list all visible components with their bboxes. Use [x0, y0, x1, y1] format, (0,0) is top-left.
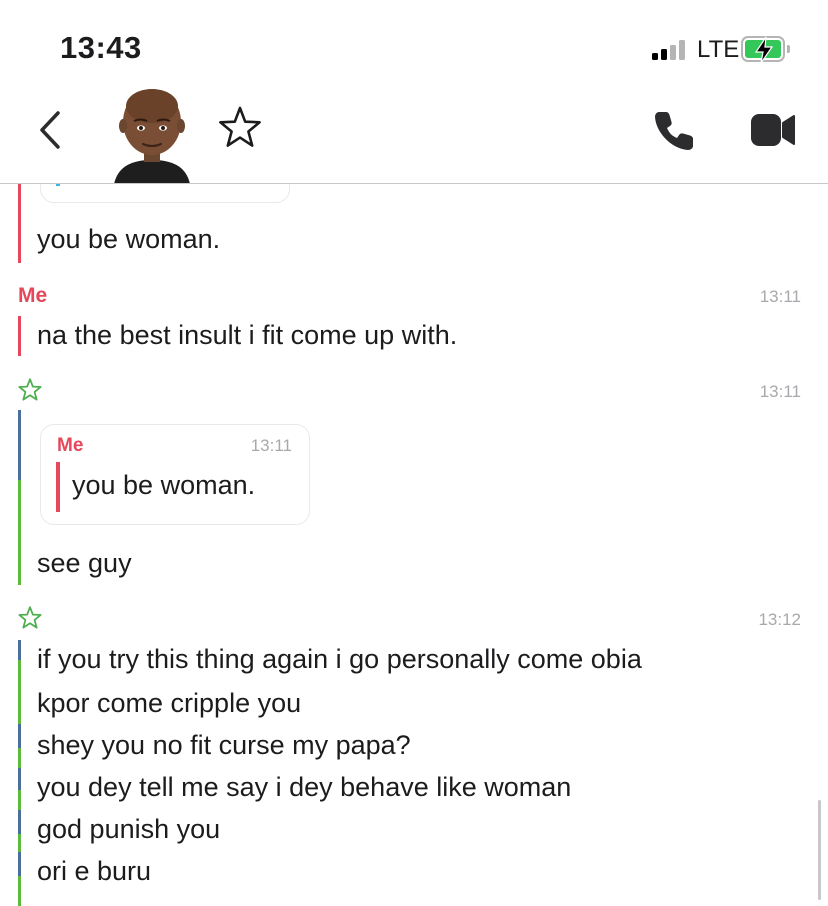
- friend-message-bar: [18, 640, 21, 660]
- friend-star-icon: [18, 606, 42, 634]
- me-message-bar: [18, 184, 21, 263]
- message-timestamp: 13:11: [759, 287, 801, 306]
- friend-message-bar: [18, 876, 21, 906]
- quote-timestamp: 13:11: [250, 436, 292, 455]
- video-icon[interactable]: [750, 113, 796, 152]
- quote-sender: Me: [57, 435, 84, 456]
- message-text: na the best insult i fit come up with.: [37, 320, 458, 350]
- friend-message-bar: [18, 852, 21, 876]
- message-text: you be woman.: [37, 224, 221, 254]
- phone-icon[interactable]: [653, 108, 697, 157]
- signal-icon: [652, 38, 692, 60]
- quote-bar: [56, 184, 60, 186]
- scrollbar[interactable]: [818, 800, 821, 900]
- friend-message-bar: [18, 790, 21, 810]
- message-line: kpor come cripple you: [37, 688, 302, 718]
- friend-message-bar: [18, 480, 21, 585]
- friend-star-icon: [18, 378, 42, 406]
- friend-message-bar: [18, 724, 21, 748]
- message-line: god punish you: [37, 814, 221, 844]
- quoted-message-card: [40, 184, 290, 203]
- friend-message-bar: [18, 834, 21, 852]
- network-label: LTE: [697, 36, 740, 63]
- star-icon[interactable]: [218, 106, 262, 153]
- sender-me: Me: [18, 284, 48, 307]
- message-line: if you try this thing again i go persona…: [37, 644, 642, 674]
- friend-message-bar: [18, 660, 21, 684]
- chat-transcript: you be woman. Me 13:11 na the best insul…: [0, 184, 828, 906]
- status-time: 13:43: [60, 30, 142, 65]
- message-line: shey you no fit curse my papa?: [37, 730, 411, 760]
- friend-message-bar: [18, 810, 21, 834]
- me-message-bar: [18, 316, 21, 356]
- friend-message-bar: [18, 768, 21, 790]
- friend-message-bar: [18, 410, 21, 480]
- avatar[interactable]: [110, 84, 194, 184]
- message-timestamp: 13:12: [758, 610, 801, 629]
- message-timestamp: 13:11: [759, 382, 801, 401]
- battery-icon: [741, 36, 790, 64]
- message-line: you dey tell me say i dey behave like wo…: [37, 772, 572, 802]
- friend-message-bar: [18, 748, 21, 768]
- friend-message-bar: [18, 684, 21, 724]
- quote-text: you be woman.: [72, 470, 256, 500]
- message-line: ori e buru: [37, 856, 152, 886]
- message-text: see guy: [37, 548, 132, 578]
- back-chevron-icon[interactable]: [36, 110, 64, 155]
- quoted-message-card[interactable]: Me 13:11 you be woman.: [40, 424, 310, 525]
- quote-bar: [56, 462, 60, 512]
